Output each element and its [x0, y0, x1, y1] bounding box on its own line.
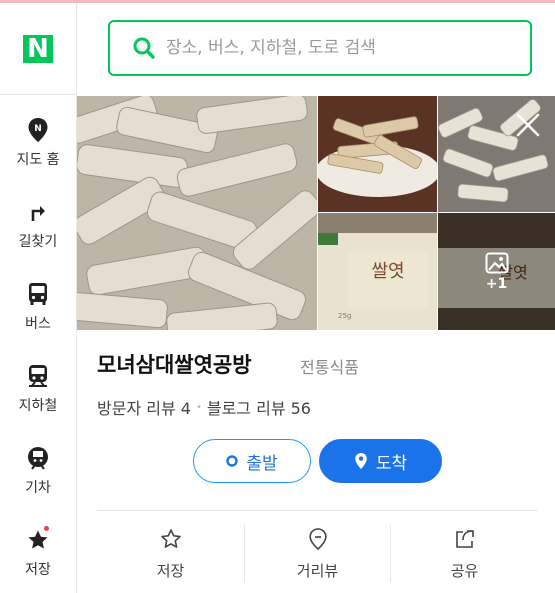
- directions-icon: [25, 199, 51, 225]
- start-button-label: 출발: [246, 453, 278, 474]
- separator-dot: •: [195, 401, 202, 413]
- share-label: 공유: [450, 562, 479, 580]
- sidebar-item-train[interactable]: 기차: [0, 431, 76, 511]
- share-button[interactable]: 공유: [391, 512, 538, 588]
- photo-thumbnail[interactable]: [438, 96, 555, 212]
- sidebar-item-map-home[interactable]: N 지도 홈: [0, 103, 76, 183]
- sidebar-item-label: 저장: [25, 562, 51, 578]
- photo-gallery: 쌀엿 25g 쌀엿 +1: [77, 96, 555, 330]
- sidebar: N N 지도 홈 길찾기 버스 지하철 기차 저장: [0, 3, 77, 593]
- more-photos-overlay[interactable]: +1: [438, 213, 555, 330]
- blog-reviews-link[interactable]: 블로그 리뷰 56: [207, 395, 311, 419]
- main-photo[interactable]: [77, 96, 317, 330]
- start-button[interactable]: 출발: [193, 439, 311, 483]
- logo-letter: N: [23, 34, 53, 63]
- bus-icon: [25, 281, 51, 307]
- sidebar-item-label: 기차: [25, 480, 51, 496]
- train-icon: [25, 445, 51, 471]
- arrive-button[interactable]: 도착: [319, 439, 442, 483]
- svg-text:N: N: [34, 124, 42, 134]
- map-pin-icon: N: [25, 117, 51, 143]
- search-icon: [133, 37, 155, 59]
- sidebar-item-saved[interactable]: 저장: [0, 513, 76, 593]
- photo-thumbnail[interactable]: 쌀엿 +1: [438, 213, 555, 330]
- share-icon: [452, 526, 478, 552]
- review-summary: 방문자 리뷰 4 • 블로그 리뷰 56: [97, 395, 311, 419]
- subway-icon: [25, 363, 51, 389]
- sidebar-item-label: 버스: [25, 316, 51, 332]
- svg-text:쌀엿: 쌀엿: [371, 261, 404, 282]
- street-view-button[interactable]: 거리뷰: [245, 512, 390, 588]
- arrive-button-label: 도착: [375, 453, 408, 474]
- save-label: 저장: [156, 562, 185, 580]
- close-icon[interactable]: [513, 110, 543, 140]
- sidebar-item-subway[interactable]: 지하철: [0, 349, 76, 429]
- sidebar-item-label: 지하철: [18, 398, 58, 414]
- naver-logo[interactable]: N: [0, 3, 76, 95]
- sidebar-item-directions[interactable]: 길찾기: [0, 185, 76, 265]
- image-icon: [485, 252, 508, 273]
- top-accent-line: [0, 0, 555, 3]
- search-input[interactable]: [166, 38, 506, 58]
- start-point-icon: [226, 455, 239, 467]
- street-view-label: 거리뷰: [296, 562, 339, 580]
- star-outline-icon: [158, 526, 184, 552]
- destination-pin-icon: [354, 452, 368, 470]
- sidebar-item-label: 길찾기: [18, 234, 58, 250]
- location-outline-icon: [305, 526, 331, 552]
- search-box[interactable]: [108, 20, 532, 76]
- divider: [97, 510, 538, 511]
- visitor-reviews-link[interactable]: 방문자 리뷰 4: [97, 395, 191, 419]
- save-button[interactable]: 저장: [97, 512, 244, 588]
- notification-dot: [44, 526, 49, 531]
- svg-text:25g: 25g: [338, 312, 351, 320]
- sidebar-item-label: 지도 홈: [16, 152, 60, 168]
- place-category: 전통식품: [300, 358, 359, 377]
- sidebar-item-bus[interactable]: 버스: [0, 267, 76, 347]
- photo-thumbnail[interactable]: [318, 96, 437, 212]
- place-name[interactable]: 모녀삼대쌀엿공방: [97, 349, 252, 379]
- more-photos-count: +1: [485, 275, 508, 292]
- photo-thumbnail[interactable]: 쌀엿 25g: [318, 213, 437, 330]
